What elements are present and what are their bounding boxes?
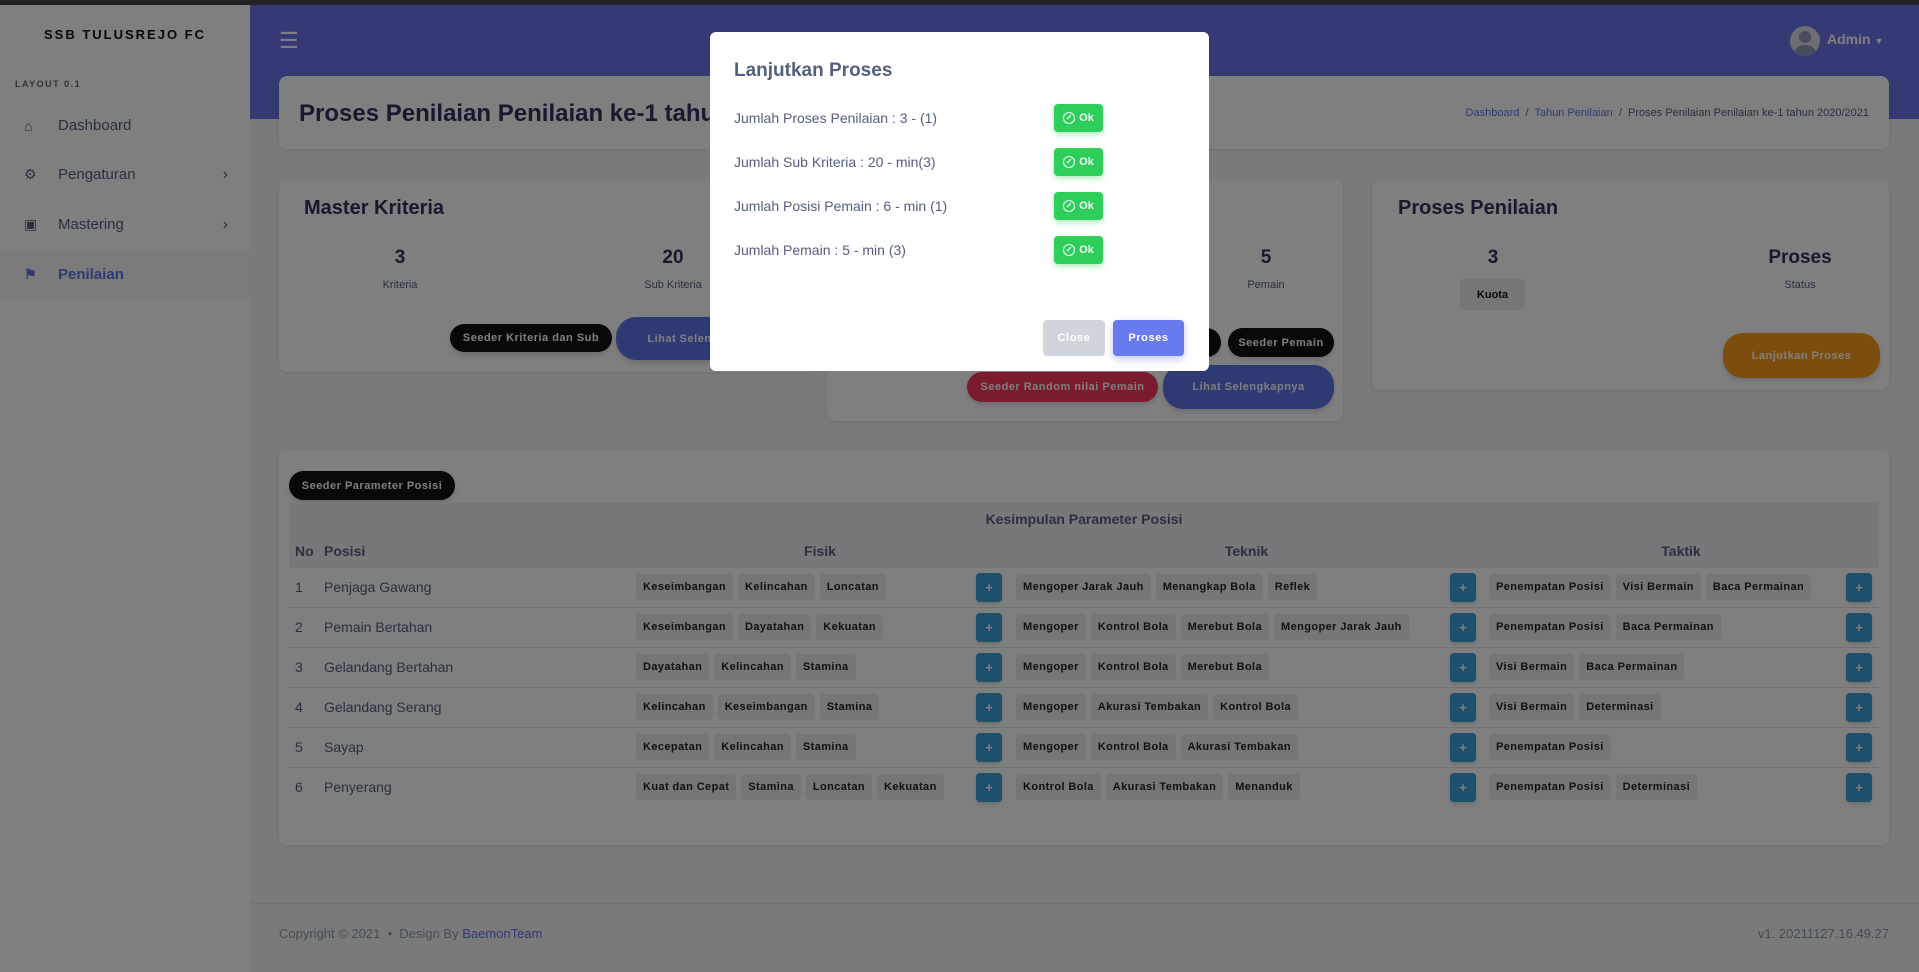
check-label: Jumlah Sub Kriteria : 20 - min(3) (734, 154, 936, 170)
check-circle-icon: ✓ (1063, 156, 1076, 168)
proses-button[interactable]: Proses (1113, 320, 1184, 356)
check-label: Jumlah Proses Penilaian : 3 - (1) (734, 110, 938, 126)
close-button[interactable]: Close (1043, 320, 1105, 356)
check-label: Jumlah Pemain : 5 - min (3) (734, 242, 906, 258)
check-circle-icon: ✓ (1063, 200, 1076, 212)
lanjutkan-proses-modal: Lanjutkan Proses Jumlah Proses Penilaian… (710, 32, 1209, 371)
ok-label: Ok (1079, 112, 1094, 124)
ok-label: Ok (1079, 156, 1094, 168)
ok-badge: ✓ Ok (1054, 192, 1103, 220)
ok-badge: ✓ Ok (1054, 236, 1103, 264)
check-label: Jumlah Posisi Pemain : 6 - min (1) (734, 198, 948, 214)
ok-badge: ✓ Ok (1054, 148, 1103, 176)
ok-label: Ok (1079, 200, 1094, 212)
modal-title: Lanjutkan Proses (734, 60, 893, 81)
ok-badge: ✓ Ok (1054, 104, 1103, 132)
ok-label: Ok (1079, 244, 1094, 256)
check-circle-icon: ✓ (1063, 112, 1076, 124)
check-circle-icon: ✓ (1063, 244, 1076, 256)
